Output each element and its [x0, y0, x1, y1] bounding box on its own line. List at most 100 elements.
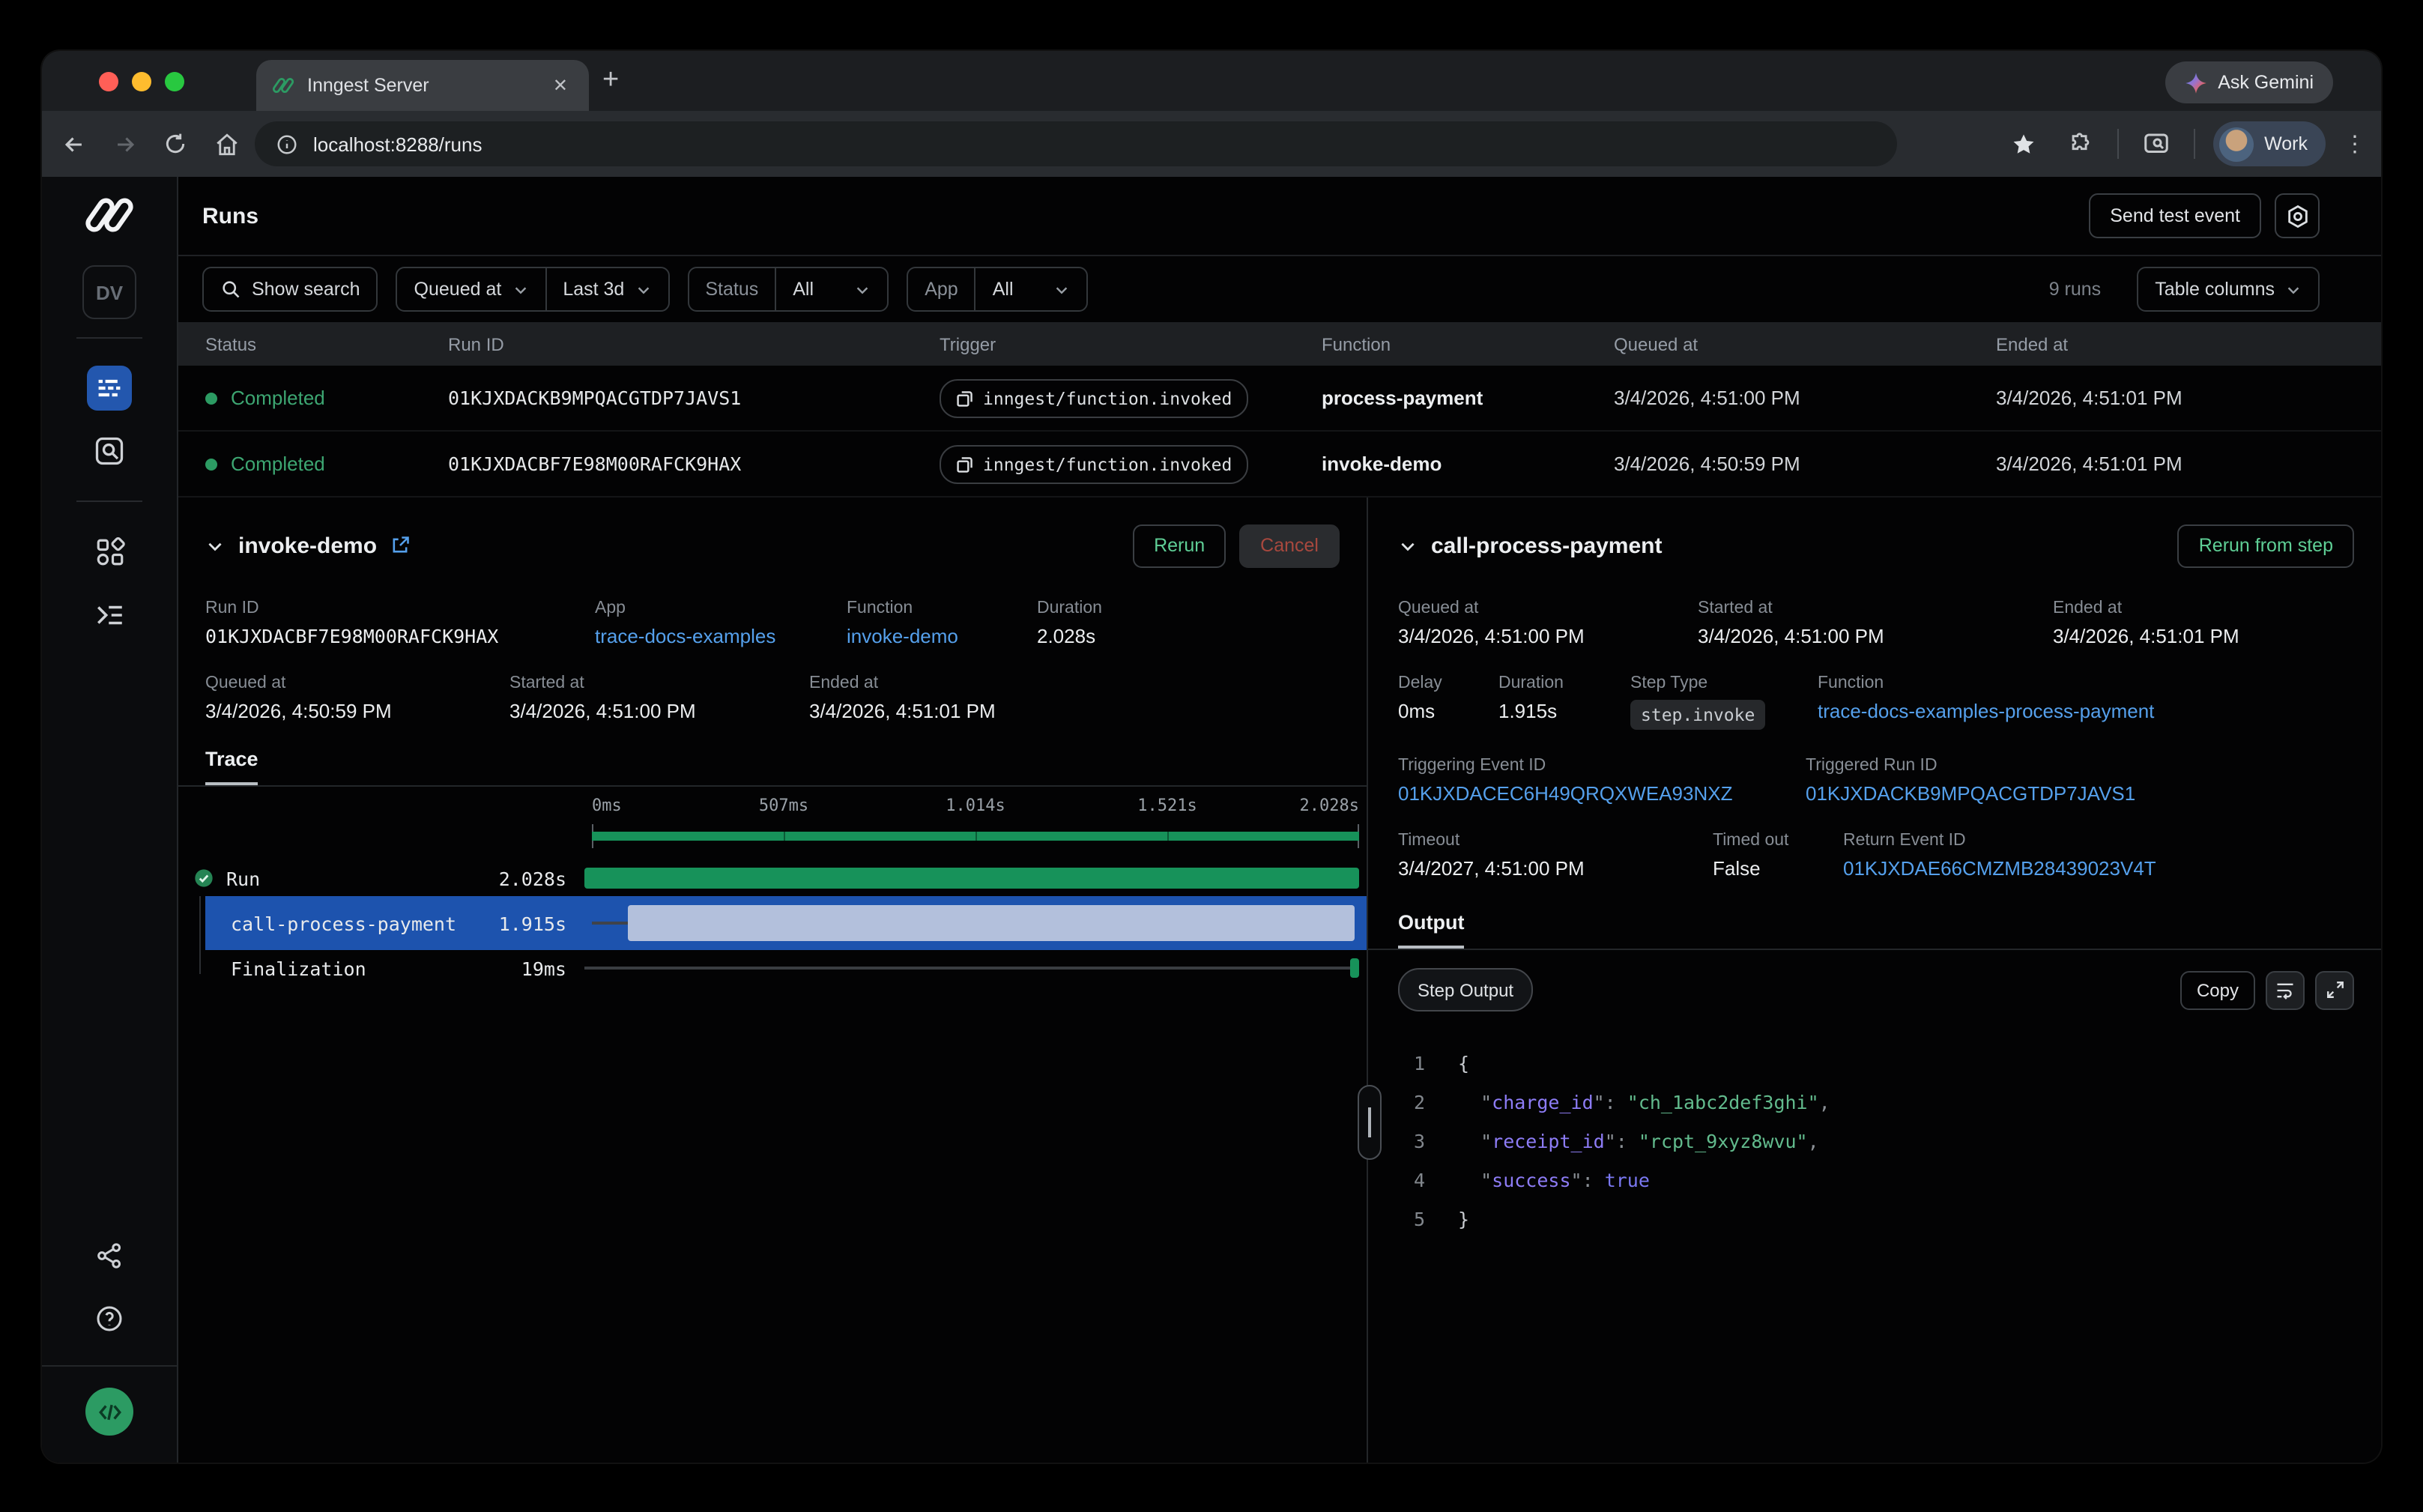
column-header-status: Status	[205, 334, 448, 355]
inngest-logo-icon	[82, 195, 136, 235]
tab-close-icon[interactable]: ✕	[547, 72, 574, 99]
chevron-down-icon	[2285, 281, 2302, 297]
send-test-event-button[interactable]: Send test event	[2089, 193, 2261, 238]
status-filter-dropdown[interactable]: All	[775, 268, 887, 310]
step-title: call-process-payment	[1431, 533, 1662, 558]
axis-tick: 507ms	[759, 796, 808, 815]
span-bar-finalization[interactable]	[1350, 958, 1359, 978]
queued-at-value: 3/4/2026, 4:50:59 PM	[1614, 453, 1996, 475]
sidebar-item-dev-server[interactable]	[87, 592, 132, 637]
table-row[interactable]: Completed 01KJXDACKB9MPQACGTDP7JAVS1 inn…	[178, 366, 2381, 432]
sidebar-item-runs[interactable]	[87, 366, 132, 411]
copy-button[interactable]: Copy	[2180, 970, 2255, 1009]
trigger-badge[interactable]: inngest/function.invoked	[940, 444, 1248, 483]
trace-span-finalization[interactable]: Finalization 19ms	[178, 950, 1367, 986]
time-range-dropdown[interactable]: Last 3d	[545, 268, 668, 310]
app-link[interactable]: trace-docs-examples	[595, 625, 847, 647]
new-tab-button[interactable]: +	[602, 66, 619, 94]
close-window-button[interactable]	[99, 71, 118, 91]
minimap-divider	[1167, 832, 1169, 841]
app-filter-dropdown[interactable]: All	[975, 268, 1087, 310]
delay-value: 0ms	[1398, 700, 1498, 722]
return-event-id-link[interactable]: 01KJXDAE66CMZMB28439023V4T	[1843, 857, 2351, 880]
expand-output-button[interactable]	[2315, 970, 2354, 1009]
triggering-event-id-label: Triggering Event ID	[1398, 757, 1806, 775]
span-duration: 19ms	[521, 957, 584, 979]
span-duration: 2.028s	[499, 867, 584, 889]
sidebar-item-event-search[interactable]	[87, 429, 132, 474]
word-wrap-button[interactable]	[2266, 970, 2305, 1009]
ask-gemini-label: Ask Gemini	[2218, 72, 2314, 93]
terminal-icon	[94, 599, 125, 630]
collapse-step-chevron-icon[interactable]	[1398, 536, 1418, 555]
forward-icon[interactable]	[105, 124, 144, 163]
time-field-value: Queued at	[414, 279, 502, 300]
run-title: invoke-demo	[238, 533, 377, 558]
collapse-run-chevron-icon[interactable]	[205, 536, 225, 555]
cancel-button[interactable]: Cancel	[1239, 524, 1340, 567]
minimize-window-button[interactable]	[132, 71, 151, 91]
search-icon	[220, 279, 241, 300]
search-side-panel-icon[interactable]	[2137, 124, 2176, 163]
check-circle-icon	[193, 868, 214, 889]
ended-at-value: 3/4/2026, 4:51:01 PM	[1996, 453, 2381, 475]
bookmark-star-icon[interactable]	[2003, 124, 2042, 163]
dev-tools-button[interactable]	[85, 1388, 133, 1436]
panel-resize-handle[interactable]	[1358, 1085, 1382, 1160]
reload-icon[interactable]	[156, 124, 195, 163]
event-stack-icon	[956, 455, 974, 473]
show-search-label: Show search	[252, 279, 360, 300]
step-output-tab-pill[interactable]: Step Output	[1398, 968, 1533, 1011]
url-bar[interactable]: localhost:8288/runs	[255, 121, 1897, 166]
environment-badge[interactable]: DV	[82, 265, 136, 319]
time-field-dropdown[interactable]: Queued at	[398, 268, 545, 310]
triggering-event-id-link[interactable]: 01KJXDACEC6H49QRQXWEA93NXZ	[1398, 782, 1806, 805]
step-queued-at-value: 3/4/2026, 4:51:00 PM	[1398, 625, 1698, 647]
axis-tick: 2.028s	[1300, 796, 1360, 815]
zoom-window-button[interactable]	[165, 71, 184, 91]
sidebar-item-help[interactable]	[87, 1296, 132, 1341]
settings-button[interactable]	[2275, 193, 2320, 238]
step-output-code[interactable]: 1{2 "charge_id": "ch_1abc2def3ghi",3 "re…	[1368, 1011, 2381, 1239]
trigger-badge[interactable]: inngest/function.invoked	[940, 378, 1248, 417]
window-controls[interactable]	[99, 71, 184, 91]
page-header: Runs Send test event	[178, 177, 2381, 256]
ask-gemini-button[interactable]: Ask Gemini	[2165, 61, 2333, 103]
rerun-from-step-button[interactable]: Rerun from step	[2178, 524, 2354, 567]
trace-minimap[interactable]	[592, 824, 1359, 848]
home-icon[interactable]	[207, 124, 246, 163]
url-text[interactable]: localhost:8288/runs	[313, 133, 483, 155]
span-connector-line	[584, 967, 1350, 970]
extensions-icon[interactable]	[2060, 124, 2099, 163]
browser-tab[interactable]: Inngest Server ✕	[256, 60, 589, 111]
step-function-link[interactable]: trace-docs-examples-process-payment	[1818, 700, 2351, 722]
timeout-value: 3/4/2027, 4:51:00 PM	[1398, 857, 1713, 880]
rerun-button[interactable]: Rerun	[1133, 524, 1226, 567]
ended-at-value: 3/4/2026, 4:51:01 PM	[809, 700, 996, 722]
run-id-value: 01KJXDACBF7E98M00RAFCK9HAX	[205, 625, 595, 647]
span-bar-run[interactable]	[584, 868, 1359, 889]
open-run-external-link-icon[interactable]	[389, 535, 410, 556]
tab-output[interactable]: Output	[1398, 911, 1464, 949]
site-info-icon[interactable]	[276, 133, 298, 155]
column-header-queued-at: Queued at	[1614, 334, 1996, 355]
gear-icon	[2284, 203, 2310, 229]
browser-profile-button[interactable]: Work	[2213, 121, 2326, 166]
function-link[interactable]: invoke-demo	[847, 625, 1037, 647]
sidebar-item-apps[interactable]	[87, 529, 132, 574]
minimap-divider	[784, 832, 785, 841]
back-icon[interactable]	[54, 124, 93, 163]
share-icon	[94, 1241, 124, 1271]
span-bar-call-process-payment[interactable]	[628, 905, 1355, 941]
column-header-trigger: Trigger	[940, 334, 1322, 355]
show-search-button[interactable]: Show search	[202, 267, 378, 312]
step-type-label: Step Type	[1630, 674, 1818, 692]
table-columns-button[interactable]: Table columns	[2137, 267, 2320, 312]
trace-span-call-process-payment[interactable]: call-process-payment 1.915s	[205, 896, 1367, 950]
trace-span-run[interactable]: Run 2.028s	[178, 860, 1367, 896]
triggered-run-id-link[interactable]: 01KJXDACKB9MPQACGTDP7JAVS1	[1806, 782, 2351, 805]
browser-menu-icon[interactable]: ⋮	[2344, 130, 2366, 157]
table-row[interactable]: Completed 01KJXDACBF7E98M00RAFCK9HAX inn…	[178, 432, 2381, 498]
tab-trace[interactable]: Trace	[205, 748, 258, 785]
sidebar-item-share[interactable]	[87, 1233, 132, 1278]
